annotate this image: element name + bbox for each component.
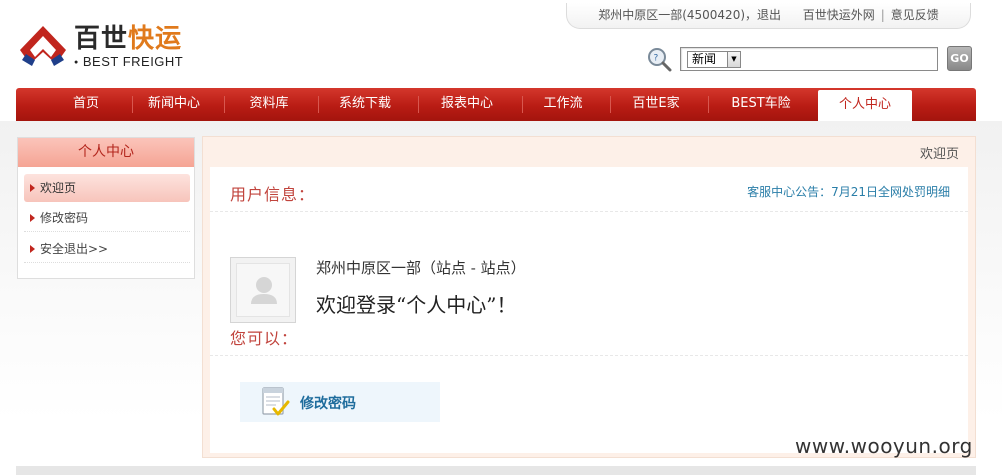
you-can-title: 您可以： bbox=[230, 329, 299, 348]
watermark: www.wooyun.org bbox=[795, 434, 973, 458]
nav-best-insurance[interactable]: BEST车险 bbox=[716, 88, 806, 121]
nav-reports[interactable]: 报表中心 bbox=[426, 88, 508, 121]
announcement-link[interactable]: 客服中心公告：7月21日全网处罚明细 bbox=[747, 183, 950, 200]
logo-mark-icon bbox=[20, 26, 66, 66]
user-info-panel: 用户信息： 客服中心公告：7月21日全网处罚明细 郑州中原区一部（站点 - 站点… bbox=[210, 167, 968, 453]
best-freight-logo[interactable]: 百世快运 ● BEST FREIGHT bbox=[18, 24, 203, 70]
feedback-link[interactable]: 意见反馈 bbox=[891, 8, 939, 22]
divider bbox=[210, 211, 968, 212]
main-content: 欢迎页 用户信息： 客服中心公告：7月21日全网处罚明细 郑州中原区一部（站点 … bbox=[202, 136, 976, 458]
footer-bar bbox=[16, 466, 976, 475]
main-nav: 首页 新闻中心 资料库 系统下载 报表中心 工作流 百世E家 BEST车险 个人… bbox=[16, 88, 976, 121]
document-check-icon bbox=[262, 387, 290, 416]
search-go-button[interactable]: GO bbox=[947, 46, 972, 71]
svg-text:?: ? bbox=[654, 54, 659, 64]
bullet-arrow-icon bbox=[30, 245, 35, 253]
avatar bbox=[230, 257, 296, 323]
logo-text-cn: 百世快运 bbox=[74, 24, 183, 54]
sidebar: 个人中心 欢迎页 修改密码 安全退出>> bbox=[17, 137, 195, 279]
search-help-icon: ? bbox=[648, 48, 672, 72]
nav-news[interactable]: 新闻中心 bbox=[140, 88, 208, 121]
divider bbox=[210, 355, 968, 356]
sidebar-item-label: 修改密码 bbox=[40, 211, 89, 225]
nav-workflow[interactable]: 工作流 bbox=[530, 88, 596, 121]
sidebar-title: 个人中心 bbox=[18, 138, 194, 167]
header: 百世快运 ● BEST FREIGHT 郑州中原区一部(4500420)，退出 … bbox=[0, 0, 1002, 88]
change-password-action[interactable]: 修改密码 bbox=[240, 382, 440, 422]
breadcrumb: 欢迎页 bbox=[919, 147, 959, 162]
search-input[interactable] bbox=[745, 49, 933, 69]
welcome-message: 欢迎登录“个人中心”！ bbox=[316, 293, 517, 317]
sidebar-item-label: 安全退出>> bbox=[40, 242, 109, 256]
sidebar-item-logout[interactable]: 安全退出>> bbox=[24, 235, 190, 263]
station-name: 郑州中原区一部（站点 - 站点） bbox=[316, 259, 526, 277]
sidebar-item-welcome[interactable]: 欢迎页 bbox=[24, 174, 190, 202]
nav-downloads[interactable]: 系统下载 bbox=[326, 88, 404, 121]
nav-home[interactable]: 首页 bbox=[56, 88, 116, 121]
search-category-select[interactable]: 新闻 ▼ bbox=[687, 51, 741, 68]
change-password-label: 修改密码 bbox=[300, 396, 356, 412]
top-links-bar: 郑州中原区一部(4500420)，退出 百世快运外网 | 意见反馈 bbox=[566, 3, 971, 29]
extranet-link[interactable]: 百世快运外网 bbox=[803, 8, 875, 22]
bullet-arrow-icon bbox=[30, 214, 35, 222]
dropdown-arrow-icon: ▼ bbox=[727, 52, 740, 67]
current-user: 郑州中原区一部(4500420) bbox=[598, 8, 746, 22]
logout-link[interactable]: 退出 bbox=[757, 8, 781, 22]
nav-personal-center[interactable]: 个人中心 bbox=[818, 90, 912, 121]
nav-library[interactable]: 资料库 bbox=[232, 88, 306, 121]
sidebar-item-label: 欢迎页 bbox=[40, 181, 77, 195]
bullet-arrow-icon bbox=[30, 184, 35, 192]
search-box: 新闻 ▼ bbox=[680, 47, 938, 71]
sidebar-item-change-password[interactable]: 修改密码 bbox=[24, 204, 190, 232]
user-info-title: 用户信息： bbox=[230, 185, 316, 204]
user-silhouette-icon bbox=[251, 277, 277, 304]
search-bar: ? 新闻 ▼ GO bbox=[646, 46, 976, 72]
nav-best-ejia[interactable]: 百世E家 bbox=[618, 88, 694, 121]
logo-text-en: ● BEST FREIGHT bbox=[74, 54, 184, 69]
